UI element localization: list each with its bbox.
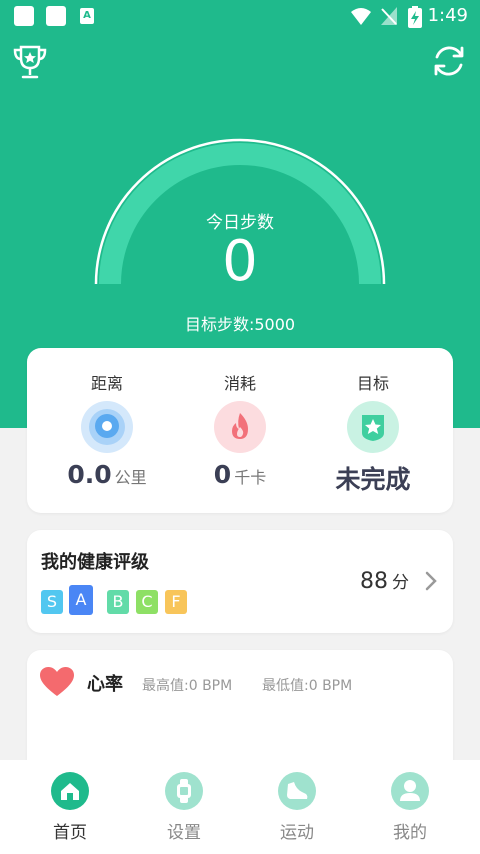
grade-f-badge: F <box>165 590 187 614</box>
shoe-icon <box>278 772 316 810</box>
heart-rate-title: 心率 <box>87 674 123 695</box>
tab-home-label: 首页 <box>53 823 87 843</box>
tab-profile[interactable]: 我的 <box>350 760 470 854</box>
stats-card: 距离 0.0 公里 消耗 0 千卡 目标 未完成 <box>27 348 453 513</box>
heart-icon <box>40 667 74 696</box>
notification-icon <box>46 6 66 26</box>
calories-label: 消耗 <box>223 374 256 393</box>
tab-profile-label: 我的 <box>393 823 427 843</box>
refresh-icon[interactable] <box>432 44 466 78</box>
goal-value: 未完成 <box>335 465 411 494</box>
bottom-tab-bar: 首页 设置 运动 我的 <box>0 760 480 854</box>
heart-rate-min: 最低值:0 BPM <box>262 678 353 694</box>
grade-a-badge: A <box>69 585 93 615</box>
grade-c-badge: C <box>136 590 158 614</box>
chevron-right-icon <box>425 571 437 591</box>
battery-charging-icon <box>408 6 422 28</box>
status-bar: A 1:49 <box>0 0 480 32</box>
heart-rate-max: 最高值:0 BPM <box>142 678 233 694</box>
grade-b-badge: B <box>107 590 129 614</box>
health-rating-card[interactable]: 我的健康评级 S A B C F 88 分 <box>27 530 453 633</box>
goal-label: 目标 <box>356 374 389 393</box>
distance-label: 距离 <box>90 374 123 393</box>
user-icon <box>391 772 429 810</box>
tab-exercise-label: 运动 <box>280 823 314 843</box>
tab-exercise[interactable]: 运动 <box>237 760 357 854</box>
wifi-icon <box>351 8 371 25</box>
location-pin-icon <box>81 401 133 453</box>
no-signal-icon <box>381 7 397 25</box>
watch-icon <box>165 772 203 810</box>
trophy-icon[interactable] <box>12 44 48 82</box>
star-badge-icon <box>347 401 399 453</box>
notification-a-icon: A <box>80 8 94 24</box>
grade-s-badge: S <box>41 590 63 614</box>
tab-settings-label: 设置 <box>167 823 201 843</box>
today-steps-value: 0 <box>222 229 258 294</box>
target-steps-text: 目标步数:5000 <box>184 315 296 334</box>
home-icon <box>51 772 89 810</box>
distance-value: 0.0 公里 <box>67 460 147 489</box>
tab-home[interactable]: 首页 <box>10 760 130 854</box>
clock-time: 1:49 <box>427 5 468 26</box>
tab-settings[interactable]: 设置 <box>124 760 244 854</box>
flame-icon <box>214 401 266 453</box>
notification-icon <box>14 6 34 26</box>
calories-value: 0 千卡 <box>213 460 267 489</box>
health-rating-title: 我的健康评级 <box>41 552 149 573</box>
health-score: 88 分 <box>360 569 409 594</box>
